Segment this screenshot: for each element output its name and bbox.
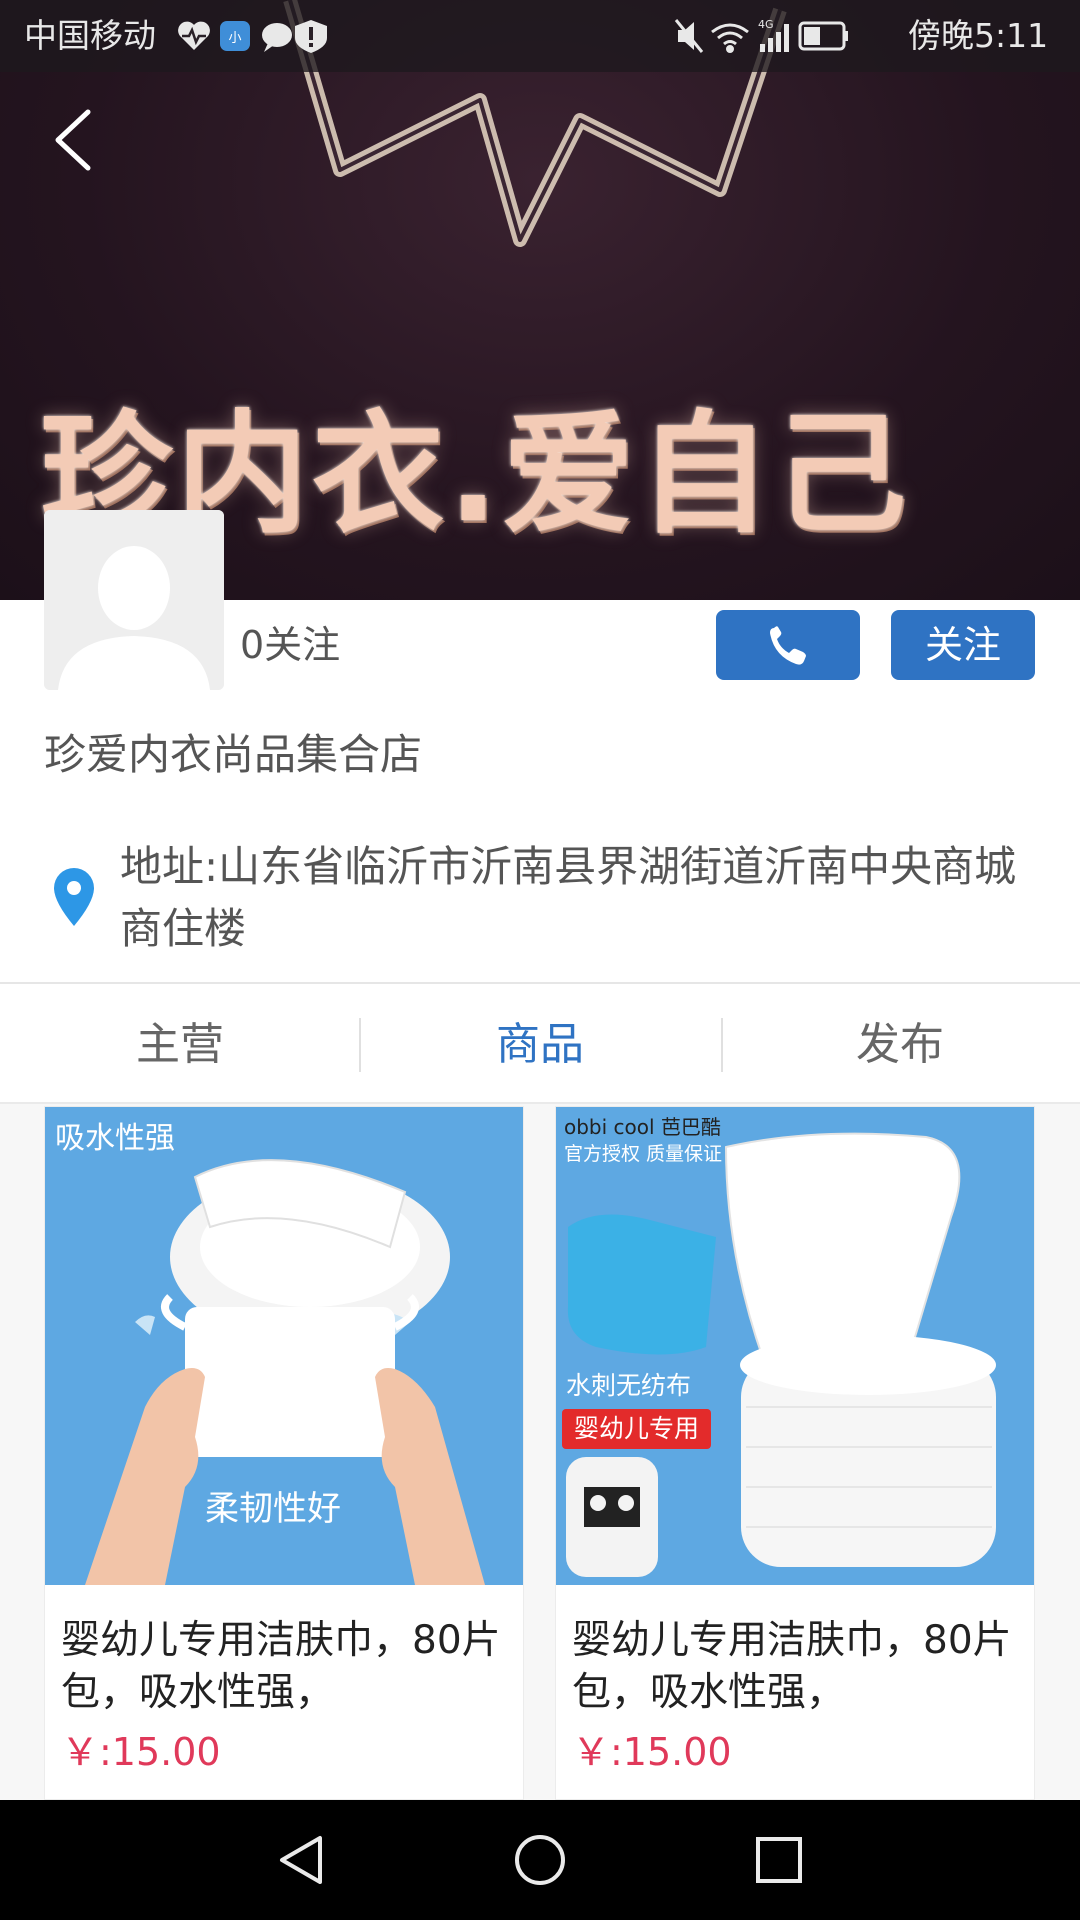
call-button[interactable]	[716, 610, 860, 680]
tab-main-business[interactable]: 主营	[0, 990, 360, 1100]
product-price: ￥:15.00	[61, 1730, 221, 1774]
message-icon	[262, 23, 292, 52]
recents-nav-icon[interactable]	[744, 1830, 814, 1890]
feature-label: 水刺无纺布	[566, 1371, 692, 1400]
app-icon: 小	[220, 21, 250, 51]
brand-tagline: 官方授权 质量保证	[564, 1143, 723, 1165]
divider	[0, 982, 1080, 984]
battery-icon	[798, 21, 848, 51]
tab-publish[interactable]: 发布	[720, 990, 1080, 1100]
product-badge: 婴幼儿专用	[562, 1409, 712, 1449]
carrier-name: 中国移动	[24, 16, 156, 55]
shop-address: 地址:山东省临沂市沂南县界湖街道沂南中央商城商住楼	[120, 842, 1017, 953]
svg-text:小: 小	[228, 31, 241, 46]
mute-icon	[674, 19, 704, 53]
home-nav-icon[interactable]	[505, 1830, 575, 1890]
image-caption-bottom: 柔韧性好	[205, 1489, 341, 1529]
chevron-left-icon	[55, 109, 91, 171]
system-status-icons: 4G	[674, 18, 848, 53]
follow-count: 0关注	[240, 623, 341, 667]
status-time: 傍晚5:11	[908, 16, 1049, 55]
product-title: 婴幼儿专用洁肤巾，80片包，吸水性强，	[572, 1618, 1012, 1715]
back-button[interactable]	[40, 100, 110, 180]
location-pin-icon	[54, 868, 94, 926]
product-card[interactable]: 吸水性强 柔韧性好 婴幼儿专用洁肤巾，80片包，吸水性强， ￥:15.00	[44, 1106, 524, 1800]
brand-label: obbi cool 芭巴酷	[564, 1115, 721, 1139]
shop-name: 珍爱内衣尚品集合店	[44, 730, 423, 779]
product-price: ￥:15.00	[572, 1730, 732, 1774]
product-image[interactable]: 吸水性强 柔韧性好	[45, 1107, 523, 1585]
product-title: 婴幼儿专用洁肤巾，80片包，吸水性强，	[61, 1618, 501, 1715]
back-nav-icon[interactable]	[268, 1830, 338, 1890]
default-avatar-icon	[44, 510, 224, 690]
phone-icon	[770, 626, 806, 665]
system-nav-bar	[0, 1800, 1080, 1920]
product-image[interactable]: obbi cool 芭巴酷 官方授权 质量保证 水刺无纺布 婴幼儿专用	[556, 1107, 1034, 1585]
wipes-roll-illustration	[556, 1107, 1034, 1585]
notification-icons: 小	[178, 20, 327, 53]
network-type-label: 4G	[758, 18, 774, 31]
status-bar: 中国移动 小 4G 傍晚5:11	[0, 0, 1080, 72]
image-caption-top: 吸水性强	[55, 1121, 175, 1156]
wifi-icon	[711, 23, 749, 53]
tab-products[interactable]: 商品	[360, 990, 720, 1100]
health-icon	[178, 21, 210, 50]
alert-icon	[295, 20, 327, 53]
shop-avatar[interactable]	[44, 510, 224, 690]
follow-button[interactable]: 关注	[891, 610, 1035, 680]
product-card[interactable]: obbi cool 芭巴酷 官方授权 质量保证 水刺无纺布 婴幼儿专用 婴幼儿专…	[555, 1106, 1035, 1800]
